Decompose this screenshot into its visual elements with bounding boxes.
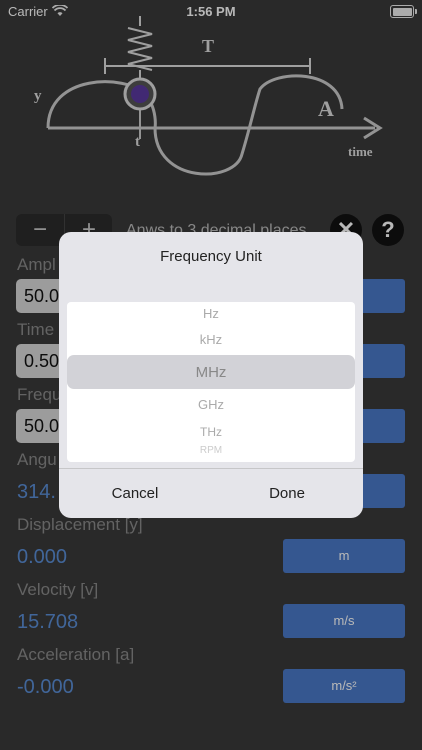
cancel-button[interactable]: Cancel [59,469,211,518]
picker-option-thz[interactable]: THz [67,425,355,439]
picker-option-rpm[interactable]: RPM [67,445,355,456]
picker-option-mhz[interactable]: MHz [67,364,355,381]
picker-option-hz[interactable]: Hz [67,306,355,321]
done-button[interactable]: Done [211,469,363,518]
picker-option-ghz[interactable]: GHz [67,397,355,412]
unit-picker[interactable]: Hz kHz MHz GHz THz RPM [67,302,355,462]
dialog-title: Frequency Unit [160,248,262,265]
picker-option-khz[interactable]: kHz [67,332,355,347]
frequency-unit-dialog: Frequency Unit Hz kHz MHz GHz THz RPM Ca… [59,232,363,518]
